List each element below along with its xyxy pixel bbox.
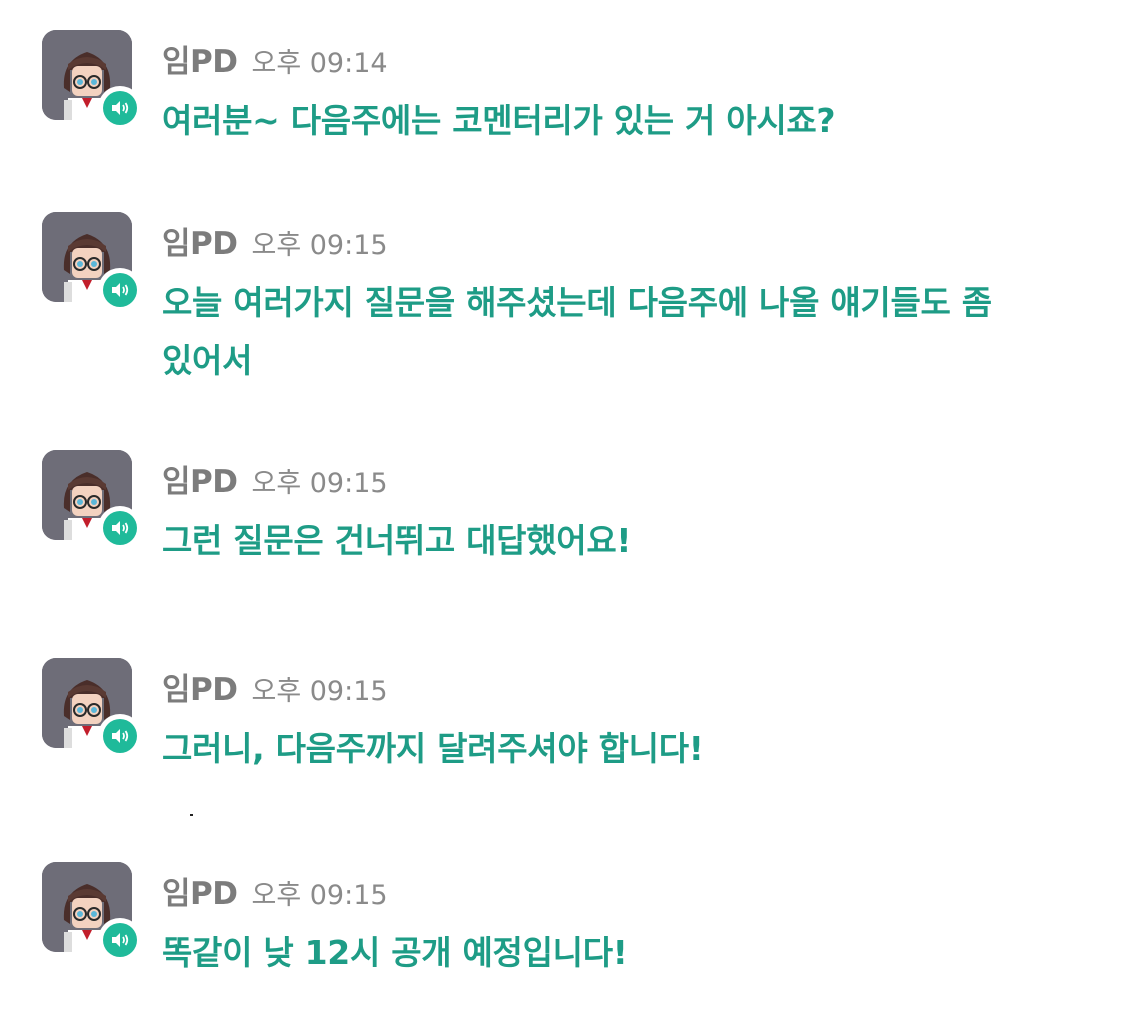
message-header: 임PD 오후 09:14 — [162, 36, 388, 80]
message-text: 그러니, 다음주까지 달려주셔야 합니다! — [162, 729, 704, 768]
message-header: 임PD 오후 09:15 — [162, 664, 388, 708]
message-text: 그런 질문은 건너뛰고 대답했어요! — [162, 521, 632, 560]
sender-name[interactable]: 임PD — [162, 218, 238, 263]
speaker-icon — [112, 729, 129, 743]
sender-name[interactable]: 임PD — [162, 456, 238, 501]
message-text: 똑같이 낮 12시 공개 예정입니다! — [162, 933, 628, 972]
message-time: 오후 09:15 — [251, 676, 388, 707]
speaker-badge[interactable] — [98, 918, 142, 962]
sender-name[interactable]: 임PD — [162, 36, 238, 81]
sender-name[interactable]: 임PD — [162, 868, 238, 913]
speaker-badge[interactable] — [98, 86, 142, 130]
message-time: 오후 09:15 — [251, 468, 388, 499]
message-time: 오후 09:15 — [251, 880, 388, 911]
message-header: 임PD 오후 09:15 — [162, 218, 388, 262]
speaker-icon — [112, 101, 129, 115]
speaker-icon — [112, 521, 129, 535]
avatar[interactable] — [42, 450, 142, 550]
avatar[interactable] — [42, 212, 142, 312]
speaker-badge[interactable] — [98, 268, 142, 312]
message-text: 여러분~ 다음주에는 코멘터리가 있는 거 아시죠? — [162, 101, 836, 140]
divider-speck — [190, 814, 193, 816]
speaker-icon — [112, 933, 129, 947]
avatar[interactable] — [42, 862, 142, 962]
message-header: 임PD 오후 09:15 — [162, 456, 388, 500]
message-time: 오후 09:15 — [251, 230, 388, 261]
sender-name[interactable]: 임PD — [162, 664, 238, 709]
message-header: 임PD 오후 09:15 — [162, 868, 388, 912]
message-time: 오후 09:14 — [251, 48, 388, 79]
avatar[interactable] — [42, 658, 142, 758]
speaker-icon — [112, 283, 129, 297]
message-text: 오늘 여러가지 질문을 해주셨는데 다음주에 나올 얘기들도 좀 있어서 — [162, 283, 992, 380]
avatar[interactable] — [42, 30, 142, 130]
speaker-badge[interactable] — [98, 714, 142, 758]
speaker-badge[interactable] — [98, 506, 142, 550]
